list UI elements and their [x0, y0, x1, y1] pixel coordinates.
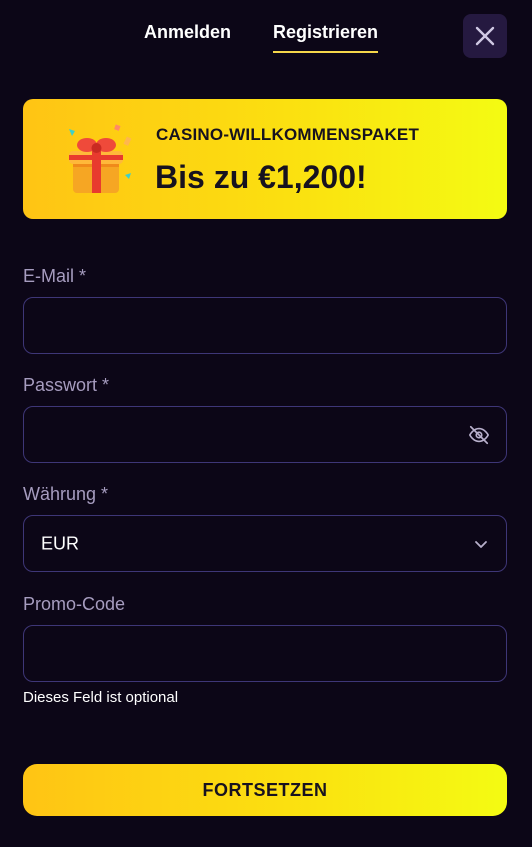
close-button[interactable] [463, 14, 507, 58]
toggle-password-visibility-button[interactable] [468, 424, 490, 446]
currency-select[interactable]: EUR [23, 515, 507, 572]
currency-value: EUR [41, 533, 80, 553]
currency-label: Währung * [23, 484, 109, 504]
tab-register[interactable]: Registrieren [273, 22, 379, 53]
auth-tabs: Anmelden Registrieren [0, 0, 532, 60]
registration-modal: Anmelden Registrieren CASINO-WILLKOMMENS… [0, 0, 532, 847]
gift-icon [69, 124, 132, 193]
banner-subtitle: CASINO-WILLKOMMENSPAKET [156, 125, 420, 144]
password-input[interactable] [24, 407, 506, 462]
continue-button[interactable]: FORTSETZEN [23, 764, 507, 816]
eye-off-icon [469, 425, 489, 444]
banner-title: Bis zu €1,200! [155, 159, 367, 195]
welcome-bonus-banner: CASINO-WILLKOMMENSPAKET Bis zu €1,200! [23, 99, 507, 219]
promo-code-label: Promo-Code [23, 594, 126, 614]
password-field[interactable] [23, 406, 507, 463]
chevron-down-icon [475, 540, 487, 548]
email-field[interactable] [23, 297, 507, 354]
promo-code-input[interactable] [24, 626, 506, 681]
email-label: E-Mail * [23, 266, 87, 286]
currency-dropdown-toggle[interactable] [472, 535, 490, 553]
close-icon [475, 26, 495, 46]
email-input[interactable] [24, 298, 506, 353]
promo-code-hint: Dieses Feld ist optional [23, 689, 179, 706]
password-label: Passwort * [23, 375, 110, 395]
tab-login[interactable]: Anmelden [144, 22, 231, 43]
promo-code-field[interactable] [23, 625, 507, 682]
